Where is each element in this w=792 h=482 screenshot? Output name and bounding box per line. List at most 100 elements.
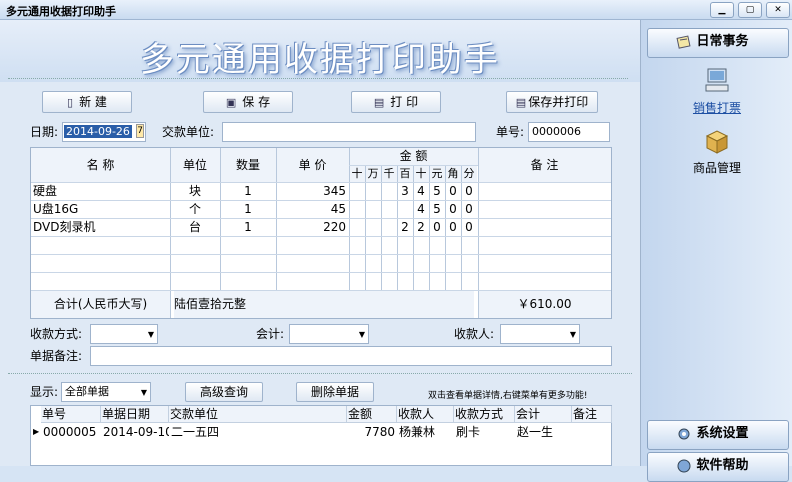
gear-icon <box>678 428 690 439</box>
date-field[interactable]: 2014-09-26 7 <box>62 122 146 142</box>
sales-ticket-item[interactable]: 销售打票 <box>689 66 745 116</box>
box-icon <box>705 130 729 154</box>
software-help-header[interactable]: 软件帮助 <box>647 452 789 482</box>
payee-label: 收款人: <box>454 327 495 341</box>
accountant-select[interactable]: ▼ <box>289 324 369 344</box>
item-name-cell[interactable]: DVD刻录机 <box>33 218 170 236</box>
save-button[interactable]: ▣ 保 存 <box>203 91 293 113</box>
list-column-header[interactable]: 金额 <box>347 406 397 423</box>
list-column-header[interactable]: 单号 <box>41 406 101 423</box>
list-cell[interactable]: 二一五四 <box>169 424 347 440</box>
col-amount-header: 金 额 <box>349 148 478 165</box>
list-column-header[interactable]: 单据日期 <box>101 406 169 423</box>
list-column-header[interactable]: 交款单位 <box>169 406 347 423</box>
item-amount-digit: 0 <box>465 220 473 234</box>
item-note-cell[interactable] <box>480 182 610 200</box>
item-name-cell[interactable]: U盘16G <box>33 200 170 218</box>
item-unit-cell[interactable]: 个 <box>170 200 220 218</box>
col-unit-header: 单位 <box>170 148 220 182</box>
grid-hline <box>349 165 478 166</box>
new-doc-icon: ▯ <box>67 96 74 109</box>
payment-method-select[interactable]: ▼ <box>90 324 158 344</box>
list-cell[interactable]: 2014-09-10 <box>101 424 169 440</box>
remark-field[interactable] <box>90 346 612 366</box>
list-cell[interactable]: 7780 <box>347 424 397 440</box>
list-column-header[interactable]: 收款人 <box>397 406 454 423</box>
new-button[interactable]: ▯ 新 建 <box>42 91 132 113</box>
item-name-cell[interactable]: 硬盘 <box>33 182 170 200</box>
window-titlebar: 多元通用收据打印助手 ▁ ▢ ✕ <box>0 0 792 20</box>
item-note-cell[interactable] <box>480 218 610 236</box>
product-management-item[interactable]: 商品管理 <box>689 128 745 176</box>
advanced-search-button[interactable]: 高级查询 <box>185 382 263 402</box>
sidebar-item-product-management[interactable]: 商品管理 <box>689 159 745 176</box>
list-column-header[interactable]: 收款方式 <box>454 406 515 423</box>
banner-divider <box>8 78 628 79</box>
item-amount-digit <box>381 218 397 236</box>
item-amount-digit <box>381 200 397 218</box>
item-qty-cell[interactable]: 1 <box>220 182 276 200</box>
window-title: 多元通用收据打印助手 <box>6 5 116 18</box>
item-amount-digit: 2 <box>401 220 409 234</box>
chevron-down-icon: ▼ <box>358 330 365 339</box>
grid-vline <box>478 290 479 318</box>
item-amount-digit <box>365 218 381 236</box>
printer-icon: ▤ <box>515 96 527 109</box>
remark-label: 单据备注: <box>30 349 83 363</box>
payee-select[interactable]: ▼ <box>500 324 580 344</box>
computer-icon <box>705 68 729 92</box>
daily-tasks-header[interactable]: 日常事务 <box>647 28 789 58</box>
list-column-header[interactable]: 备注 <box>572 406 612 423</box>
show-filter-select[interactable]: 全部单据 ▼ <box>61 382 151 402</box>
save-print-button[interactable]: ▤ 保存并打印 <box>506 91 598 113</box>
item-amount-digit: 5 <box>433 202 441 216</box>
item-amount-digit <box>397 200 413 218</box>
item-qty-cell[interactable]: 1 <box>220 218 276 236</box>
item-amount-digit: 0 <box>433 220 441 234</box>
grid-vline <box>349 148 350 290</box>
hint-text: 双击查看单据详情,右键菜单有更多功能! <box>428 391 588 401</box>
item-amount-digit <box>365 200 381 218</box>
notebook-icon <box>676 34 691 49</box>
system-settings-header[interactable]: 系统设置 <box>647 420 789 450</box>
grid-hline <box>31 236 611 237</box>
print-button[interactable]: ▤ 打 印 <box>351 91 441 113</box>
minimize-icon[interactable]: ▁ <box>710 2 734 18</box>
amount-digit-header: 十 <box>413 165 429 182</box>
item-amount-digit: 0 <box>449 202 457 216</box>
list-cell[interactable]: 赵一生 <box>515 424 572 440</box>
sidebar-item-sales-ticket[interactable]: 销售打票 <box>689 99 745 116</box>
order-no-field[interactable]: 0000006 <box>528 122 610 142</box>
row-pointer-icon: ▶ <box>33 427 40 436</box>
invoice-grid: 名 称 单位 数量 单 价 金 额 备 注 十万千百十元角分 硬盘块 1 345 3 4… <box>30 147 612 319</box>
item-price-cell[interactable]: 220 <box>276 218 346 236</box>
item-price-cell[interactable]: 345 <box>276 182 346 200</box>
item-amount-digit <box>349 200 365 218</box>
maximize-icon[interactable]: ▢ <box>738 2 762 18</box>
order-no-label: 单号: <box>496 125 525 139</box>
delete-record-button[interactable]: 删除单据 <box>296 382 374 402</box>
item-unit-cell[interactable]: 块 <box>170 182 220 200</box>
calendar-icon[interactable]: 7 <box>136 124 144 138</box>
list-cell[interactable]: 刷卡 <box>454 424 515 440</box>
chevron-down-icon: ▼ <box>569 330 576 339</box>
list-cell[interactable]: 0000005 <box>41 424 101 440</box>
list-cell[interactable] <box>572 424 612 440</box>
item-price-cell[interactable]: 45 <box>276 200 346 218</box>
sidebar: 日常事务 销售打票 商品管理 系统设置 软件帮助 <box>640 20 792 482</box>
item-amount-digit: 0 <box>449 184 457 198</box>
app-banner: 多元通用收据打印助手 <box>0 20 640 82</box>
item-qty-cell[interactable]: 1 <box>220 200 276 218</box>
grid-hline <box>31 254 611 255</box>
item-amount-digit <box>349 182 365 200</box>
item-note-cell[interactable] <box>480 200 610 218</box>
method-label: 收款方式: <box>30 327 83 341</box>
close-icon[interactable]: ✕ <box>766 2 790 18</box>
show-label: 显示: <box>30 385 59 399</box>
item-unit-cell[interactable]: 台 <box>170 218 220 236</box>
list-column-header[interactable]: 会计 <box>515 406 572 423</box>
list-cell[interactable]: 杨兼林 <box>397 424 454 440</box>
payer-field[interactable] <box>222 122 476 142</box>
grid-hline <box>31 182 611 183</box>
amount-digit-header: 角 <box>445 165 461 182</box>
